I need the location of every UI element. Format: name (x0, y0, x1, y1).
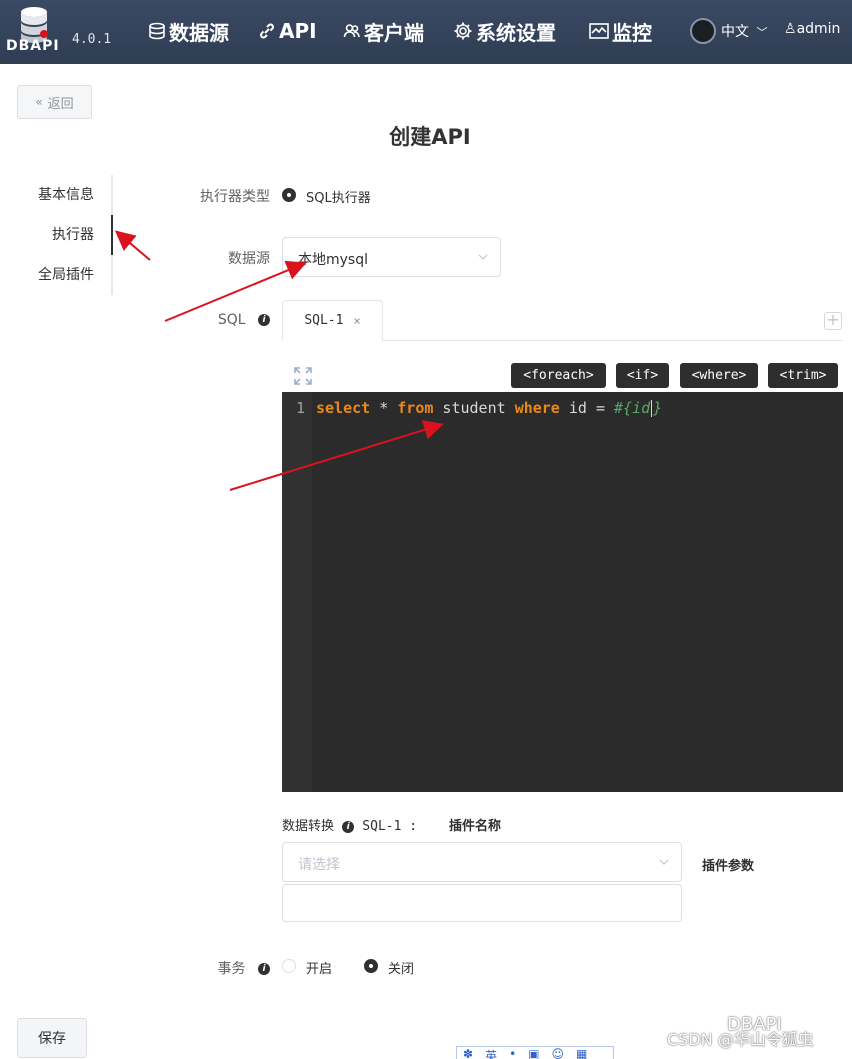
nav-label: 系统设置 (476, 20, 556, 45)
link-icon (260, 23, 274, 39)
transform-sql-label: SQL-1 : (362, 819, 418, 834)
sql-executor-radio[interactable] (282, 188, 296, 202)
transaction-label: 事务 (217, 961, 246, 977)
nav-label: 客户端 (364, 20, 424, 45)
transaction-row: 事务 i (190, 958, 270, 978)
transform-label: 数据转换 (282, 819, 335, 834)
fullscreen-icon[interactable] (294, 367, 312, 385)
info-icon[interactable]: i (342, 820, 355, 833)
tab-label: SQL-1 (304, 313, 344, 328)
datasource-value: 本地mysql (298, 252, 368, 268)
snippet-trim-button[interactable]: <trim> (768, 363, 838, 388)
toolbar-glyph[interactable]: ▦ (576, 1047, 587, 1059)
toolbar-glyph[interactable]: ▣ (528, 1047, 539, 1059)
step-global-plugins[interactable]: 全局插件 (20, 255, 114, 295)
sql-editor[interactable]: 1 select * from student where id = #{id} (282, 392, 843, 792)
snippet-foreach-button[interactable]: <foreach> (511, 363, 606, 388)
user-name: admin (796, 21, 841, 37)
keyword-token: select (316, 399, 371, 417)
param-token: } (653, 399, 663, 417)
text-cursor (651, 400, 653, 417)
chevron-down-icon (478, 254, 488, 260)
code-line[interactable]: select * from student where id = #{id} (316, 399, 662, 417)
user-icon: ♙ (784, 21, 797, 37)
page: DBAPI 4.0.1 数据源 API 客户端 系统设置 监控 中文 ﹀ ♙ad… (0, 0, 852, 1059)
back-button[interactable]: « 返回 (17, 85, 92, 119)
editor-gutter (282, 392, 312, 792)
watermark: DBAPI CSDN @华山令狐虫 (667, 1014, 814, 1050)
toolbar-glyph[interactable]: 英 (485, 1047, 497, 1059)
info-icon[interactable]: i (258, 314, 270, 326)
ime-toolbar: ✽ 英 • ▣ ☺ ▦ (456, 1046, 614, 1059)
snippet-where-button[interactable]: <where> (680, 363, 758, 388)
step-nav: 基本信息 执行器 全局插件 (20, 175, 114, 295)
users-icon (343, 24, 360, 38)
sql-label-row: SQL i (200, 312, 270, 328)
nav-label: API (279, 19, 317, 43)
info-icon[interactable]: i (258, 963, 270, 975)
keyword-token: from (397, 399, 434, 417)
github-icon[interactable] (690, 18, 716, 44)
top-header: DBAPI 4.0.1 数据源 API 客户端 系统设置 监控 中文 ﹀ ♙ad… (0, 0, 852, 64)
database-icon (149, 22, 165, 40)
paw-icon[interactable]: ✽ (463, 1047, 473, 1059)
save-button[interactable]: 保存 (17, 1018, 87, 1058)
transaction-off-label: 关闭 (388, 962, 415, 977)
gear-icon (454, 22, 472, 40)
step-basic-info[interactable]: 基本信息 (20, 175, 114, 215)
chevron-down-icon: ﹀ (756, 26, 768, 39)
add-tab-button[interactable]: + (824, 312, 842, 330)
snippet-if-button[interactable]: <if> (616, 363, 669, 388)
plugin-select[interactable]: 请选择 (282, 842, 682, 882)
datasource-label: 数据源 (228, 251, 270, 267)
transaction-on-radio[interactable] (282, 959, 296, 973)
nav-monitor[interactable]: 监控 (589, 16, 652, 46)
language-label: 中文 (721, 24, 749, 40)
transform-row: 数据转换 i SQL-1 : (282, 815, 417, 834)
keyword-token: where (514, 399, 560, 417)
page-title: 创建API (389, 125, 471, 149)
sql-label: SQL (217, 312, 246, 328)
toolbar-glyph[interactable]: • (509, 1047, 516, 1059)
plugin-placeholder: 请选择 (298, 857, 340, 873)
close-icon[interactable]: × (353, 314, 360, 328)
toolbar-glyph[interactable]: ☺ (552, 1047, 565, 1059)
version-label: 4.0.1 (72, 32, 112, 47)
nav-datasource[interactable]: 数据源 (148, 16, 229, 46)
watermark-line1: DBAPI (727, 1014, 782, 1035)
plugin-name-label: 插件名称 (449, 819, 502, 834)
tab-sql-1[interactable]: SQL-1 × (282, 300, 383, 341)
code-token: student (433, 399, 515, 417)
code-token: * (370, 399, 398, 417)
nav-settings[interactable]: 系统设置 (453, 16, 556, 46)
user-menu[interactable]: ♙admin (784, 21, 840, 37)
nav-client[interactable]: 客户端 (343, 16, 424, 46)
plugin-params-label: 插件参数 (702, 859, 755, 874)
transaction-off-radio[interactable] (364, 959, 378, 973)
back-label: 返回 (47, 96, 74, 112)
transaction-on-label: 开启 (306, 962, 333, 977)
plugin-params-input[interactable] (282, 884, 682, 922)
executor-type-label: 执行器类型 (200, 189, 270, 205)
line-number: 1 (296, 399, 306, 417)
language-dropdown[interactable]: 中文 ﹀ (721, 21, 767, 41)
double-chevron-left-icon: « (35, 95, 43, 109)
nav-label: 数据源 (169, 20, 229, 45)
monitor-chart-icon (589, 23, 609, 39)
arrow-to-executor (114, 230, 151, 261)
chevron-down-icon (659, 859, 669, 865)
nav-api[interactable]: API (258, 16, 317, 46)
param-token: #{id (614, 399, 651, 417)
nav-label: 监控 (612, 20, 652, 45)
step-executor[interactable]: 执行器 (20, 215, 114, 255)
logo-text: DBAPI (6, 38, 60, 54)
code-token: id = (559, 399, 615, 417)
datasource-select[interactable]: 本地mysql (282, 237, 501, 277)
sql-executor-label: SQL执行器 (306, 191, 371, 206)
